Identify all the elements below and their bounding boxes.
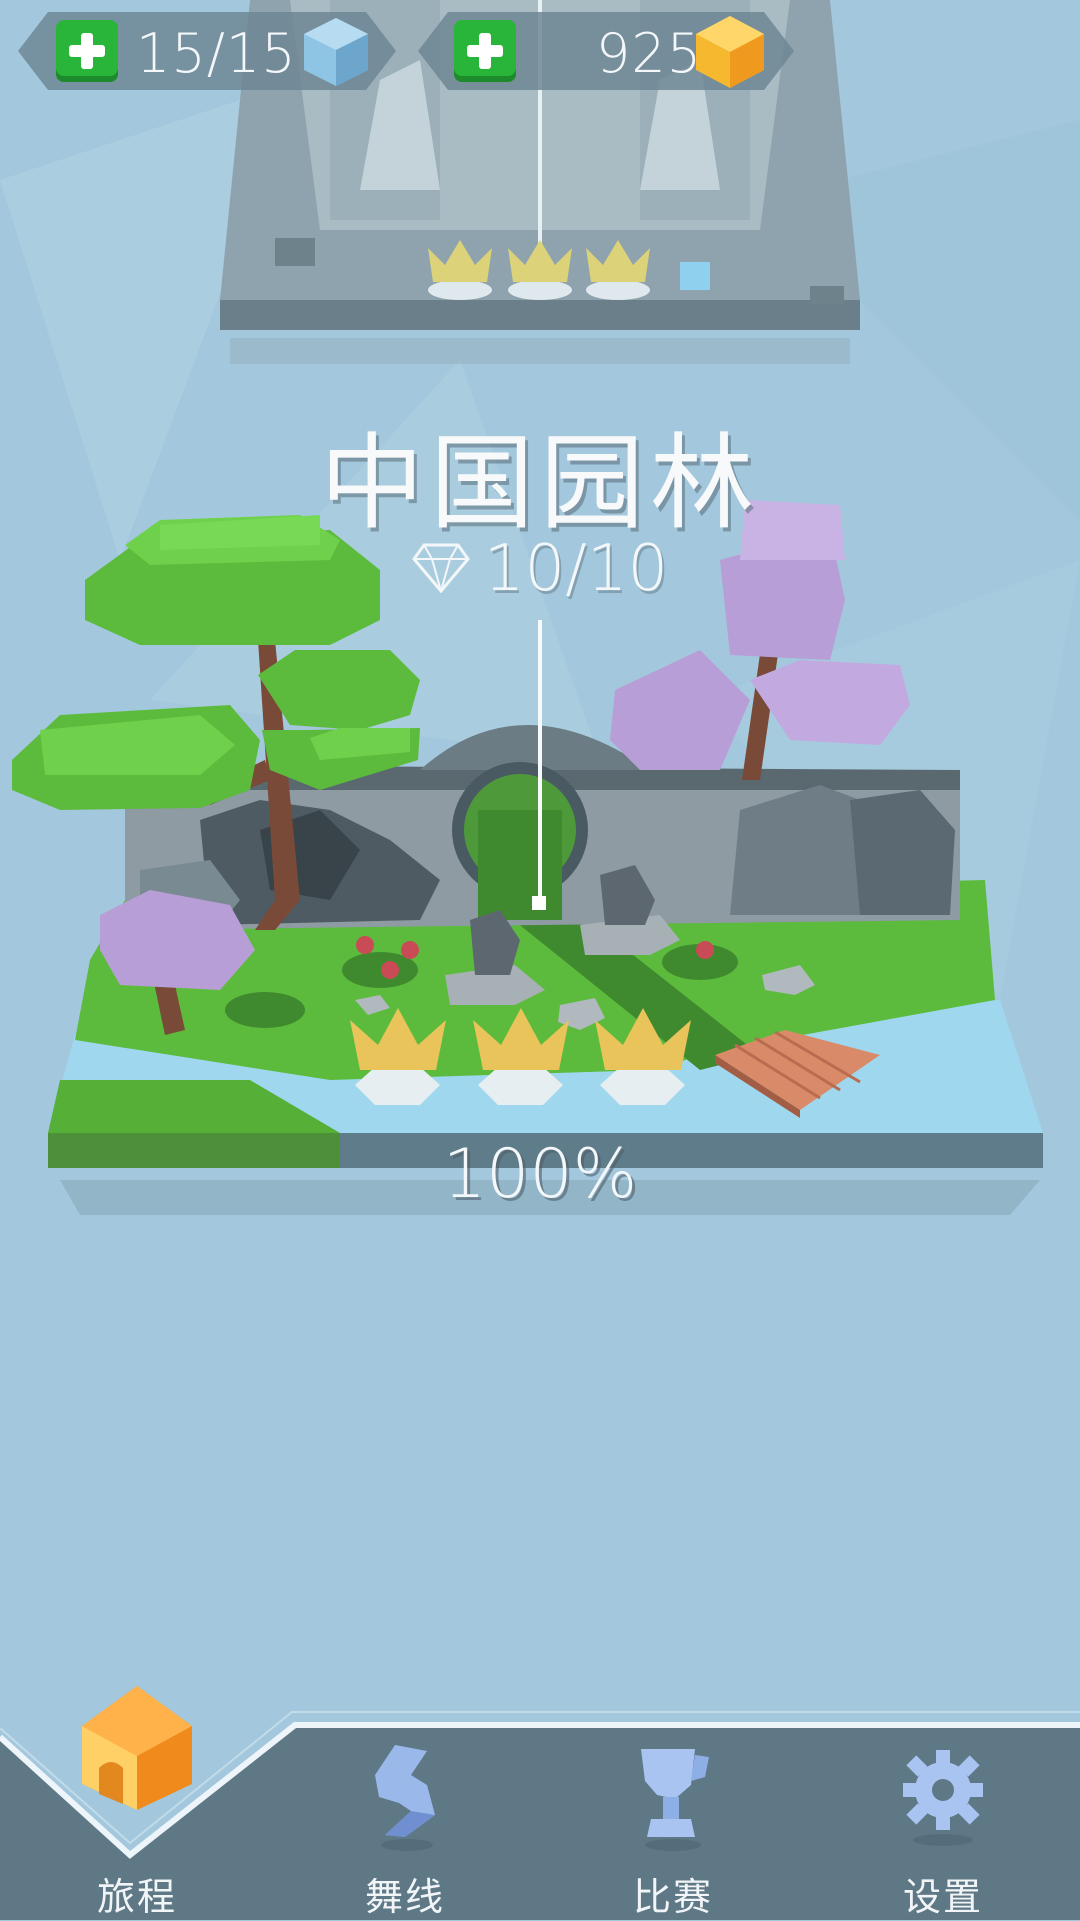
gold-cube-icon: [696, 16, 764, 88]
level-progress: 100%: [442, 1135, 638, 1214]
gem-value: 925: [596, 22, 703, 85]
energy-value: 15/15: [136, 22, 297, 85]
trophy-icon: [641, 1749, 709, 1851]
nav-journey[interactable]: [52, 1680, 222, 1880]
add-energy-button[interactable]: [56, 20, 118, 82]
gear-icon: [903, 1750, 983, 1846]
energy-counter: 15/15: [18, 12, 396, 90]
diamond-value: 10/10: [483, 532, 669, 606]
level-crowns: [350, 1008, 691, 1105]
blue-cube-icon: [304, 18, 368, 86]
nav-dance-line-label: 舞线: [364, 1875, 445, 1919]
game-scene: [0, 0, 1080, 1920]
gem-counter: 925: [418, 12, 794, 90]
nav-competition-label: 比赛: [632, 1875, 713, 1919]
diamond-icon: [411, 543, 470, 595]
level-title: 中国园林: [319, 422, 760, 544]
previous-level-crowns: [428, 240, 650, 300]
add-gems-button[interactable]: [454, 20, 516, 82]
nav-settings-label: 设置: [902, 1875, 983, 1919]
diamond-counter: 10/10: [0, 532, 1080, 606]
dance-line-icon: [375, 1745, 435, 1851]
house-icon: [82, 1686, 192, 1810]
nav-journey-label: 旅程: [96, 1875, 177, 1919]
